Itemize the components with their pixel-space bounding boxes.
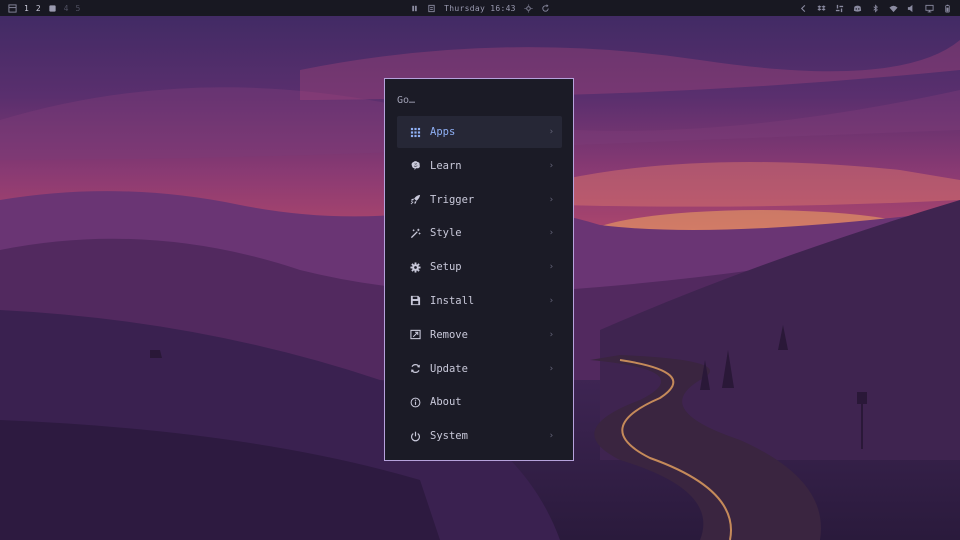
menu-item-setup[interactable]: Setup › bbox=[397, 251, 562, 283]
display-icon[interactable] bbox=[925, 4, 934, 13]
menu-item-label: Style bbox=[430, 227, 462, 240]
launcher-item-list: Apps › Learn › Trigger › Style › Setup ›… bbox=[397, 116, 562, 454]
workspace-2[interactable]: 2 bbox=[36, 4, 41, 13]
menu-item-install[interactable]: Install › bbox=[397, 285, 562, 317]
menu-item-learn[interactable]: Learn › bbox=[397, 150, 562, 182]
bluetooth-icon[interactable] bbox=[871, 3, 880, 13]
launcher-prompt[interactable]: Go… bbox=[397, 95, 415, 106]
slack-icon[interactable] bbox=[835, 4, 844, 13]
menu-item-label: Apps bbox=[430, 126, 456, 138]
power-icon bbox=[409, 430, 421, 442]
window-layout-icon[interactable] bbox=[8, 3, 17, 13]
workspace-1[interactable]: 1 bbox=[24, 4, 29, 13]
menu-item-system[interactable]: System › bbox=[397, 420, 562, 452]
menu-item-trigger[interactable]: Trigger › bbox=[397, 184, 562, 216]
menu-item-remove[interactable]: Remove › bbox=[397, 319, 562, 351]
workspace-5[interactable]: 5 bbox=[75, 4, 80, 13]
chevron-right-icon: › bbox=[548, 363, 554, 374]
launcher-menu: Go… Apps › Learn › Trigger › Style › Set… bbox=[384, 78, 574, 461]
menu-item-label: Learn bbox=[430, 159, 462, 172]
pause-icon[interactable] bbox=[410, 4, 419, 13]
menu-item-apps[interactable]: Apps › bbox=[397, 116, 562, 148]
grid-icon bbox=[409, 126, 421, 138]
refresh-icon bbox=[409, 363, 421, 375]
workspace-4[interactable]: 4 bbox=[64, 4, 69, 13]
magic-wand-icon bbox=[409, 227, 421, 239]
notes-icon[interactable] bbox=[427, 4, 436, 13]
chevron-right-icon: › bbox=[548, 160, 554, 171]
brightness-icon[interactable] bbox=[524, 3, 533, 13]
info-icon bbox=[409, 396, 421, 408]
workspace-3-current-icon[interactable] bbox=[48, 4, 57, 13]
chevron-left-icon[interactable] bbox=[799, 4, 808, 13]
chevron-right-icon: › bbox=[548, 329, 554, 340]
wifi-icon[interactable] bbox=[889, 4, 898, 13]
top-panel: 1 2 4 5 Thursday 16:43 bbox=[0, 0, 960, 16]
workspace-switcher: 1 2 4 5 bbox=[8, 0, 80, 16]
chevron-right-icon: › bbox=[548, 194, 554, 205]
menu-item-style[interactable]: Style › bbox=[397, 217, 562, 249]
menu-item-label: Install bbox=[430, 294, 475, 307]
chevron-right-icon: › bbox=[548, 262, 554, 273]
volume-icon[interactable] bbox=[907, 4, 916, 13]
menu-item-label: Update bbox=[430, 362, 468, 375]
menu-item-label: System bbox=[430, 430, 468, 443]
chevron-right-icon: › bbox=[548, 295, 554, 306]
discord-icon[interactable] bbox=[853, 4, 862, 13]
clock[interactable]: Thursday 16:43 bbox=[444, 4, 516, 13]
chevron-right-icon: › bbox=[548, 127, 554, 137]
refresh-indicator-icon[interactable] bbox=[541, 3, 550, 13]
menu-item-label: Setup bbox=[430, 261, 462, 274]
system-tray bbox=[799, 0, 952, 16]
menu-item-label: About bbox=[430, 396, 462, 409]
rocket-icon bbox=[409, 194, 421, 206]
remove-box-icon bbox=[409, 329, 421, 341]
dropbox-icon[interactable] bbox=[817, 4, 826, 13]
chevron-right-icon: › bbox=[548, 228, 554, 239]
menu-item-update[interactable]: Update › bbox=[397, 353, 562, 385]
menu-item-about[interactable]: About bbox=[397, 386, 562, 418]
chevron-right-icon: › bbox=[548, 431, 554, 442]
floppy-icon bbox=[409, 295, 421, 307]
menu-item-label: Trigger bbox=[430, 193, 475, 206]
menu-item-label: Remove bbox=[430, 328, 468, 341]
battery-icon[interactable] bbox=[943, 4, 952, 13]
brain-icon bbox=[409, 160, 421, 172]
gear-icon bbox=[409, 261, 421, 273]
